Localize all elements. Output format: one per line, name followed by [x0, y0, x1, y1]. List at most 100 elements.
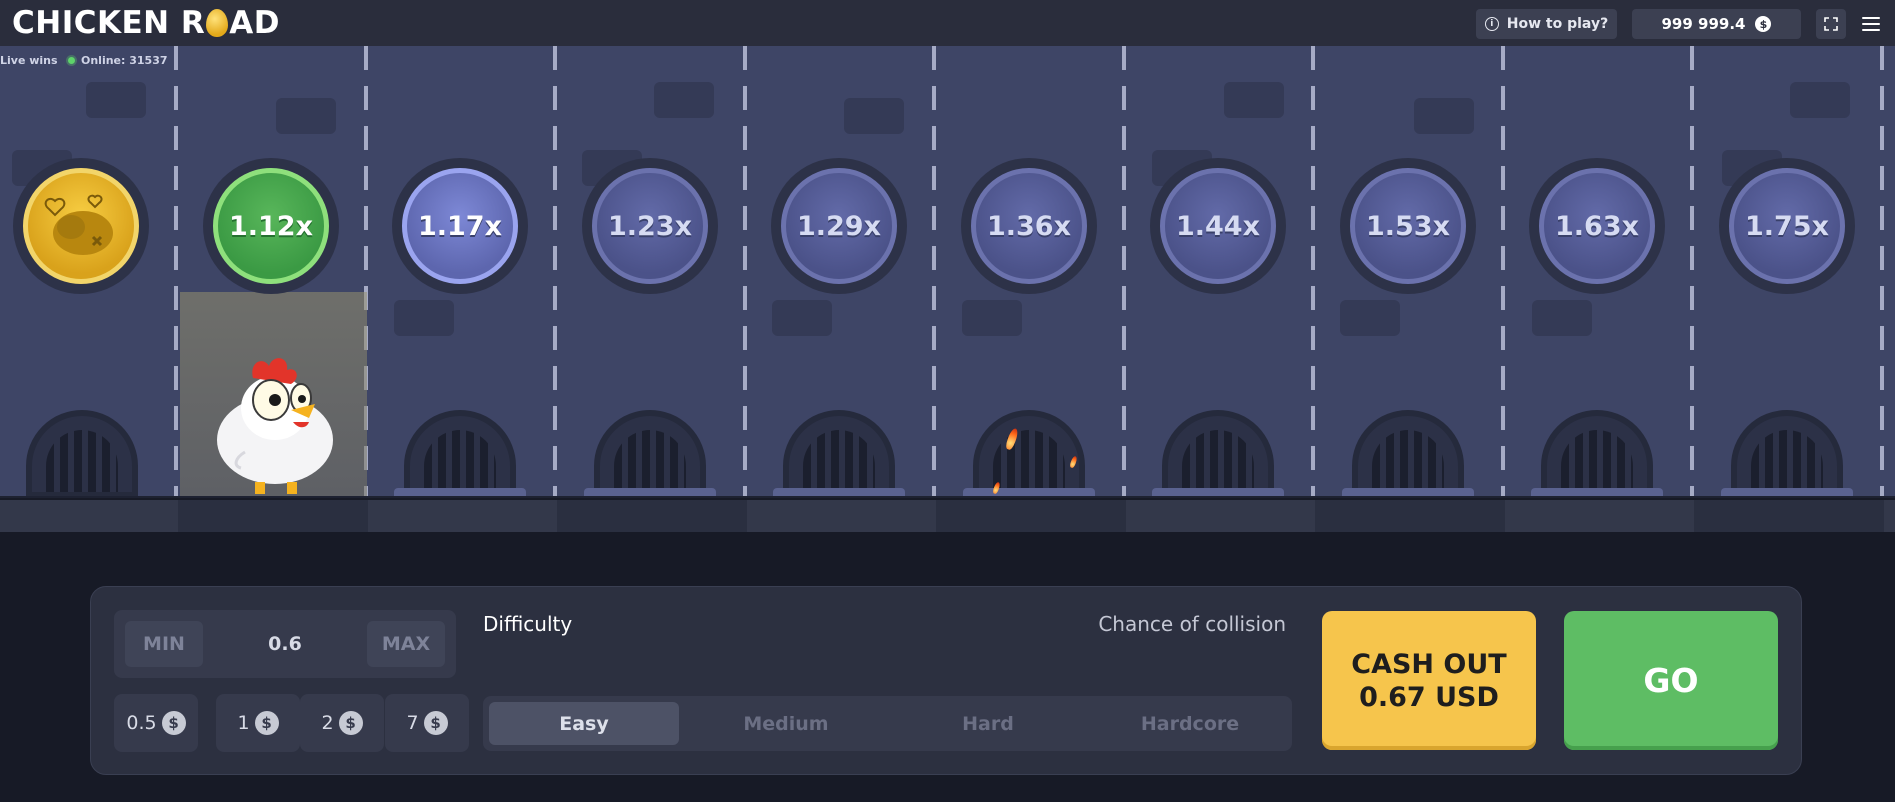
- multiplier-value: 1.12x: [213, 168, 329, 284]
- chance-of-collision-label: Chance of collision: [1098, 612, 1286, 636]
- online-label: Online: 31537: [81, 54, 168, 67]
- manhole-gate: [783, 410, 895, 498]
- balance-display: 999 999.4 $: [1632, 9, 1801, 39]
- game-logo: CHICKEN R AD: [12, 5, 280, 41]
- curb-segment: [936, 500, 1126, 532]
- curb-segment: [557, 500, 747, 532]
- wall-brick: [1340, 300, 1400, 336]
- online-count: Online: 31537: [68, 54, 168, 67]
- online-status-icon: [68, 57, 75, 64]
- manhole-gate: [26, 410, 138, 498]
- wall-brick: [86, 82, 146, 118]
- how-to-play-button[interactable]: i How to play?: [1476, 9, 1617, 39]
- difficulty-hardcore[interactable]: Hardcore: [1095, 702, 1285, 745]
- manhole-gate: [973, 410, 1085, 498]
- lane-divider: [174, 46, 178, 498]
- curb-segment: [178, 500, 368, 532]
- lane-divider: [553, 46, 557, 498]
- cash-out-label: CASH OUT: [1351, 648, 1507, 680]
- manhole-gate: [1731, 410, 1843, 498]
- multiplier-coin-current: 1.12x: [203, 158, 339, 294]
- multiplier-coin: 1.23x: [582, 158, 718, 294]
- quick-bet-button[interactable]: 2 $: [300, 694, 384, 752]
- dollar-coin-icon: $: [1755, 16, 1772, 32]
- dollar-coin-icon: $: [423, 711, 448, 735]
- difficulty-medium[interactable]: Medium: [691, 702, 881, 745]
- how-to-play-label: How to play?: [1506, 16, 1609, 32]
- wall-brick: [962, 300, 1022, 336]
- chicken-character-icon: [217, 358, 333, 494]
- difficulty-hard[interactable]: Hard: [893, 702, 1083, 745]
- gate-bars: [993, 430, 1065, 492]
- fullscreen-icon: [1824, 17, 1838, 31]
- quick-bet-button[interactable]: 0.5 $: [114, 694, 198, 752]
- multiplier-coin: 1.44x: [1150, 158, 1286, 294]
- quick-bet-button[interactable]: 1 $: [216, 694, 300, 752]
- lane-divider: [1501, 46, 1505, 498]
- live-wins-label: Live wins: [0, 54, 58, 67]
- hamburger-menu-icon: [1862, 17, 1880, 19]
- gate-bars: [1182, 430, 1254, 492]
- gate-bars: [1372, 430, 1444, 492]
- balance-value: 999 999.4: [1661, 15, 1746, 33]
- max-bet-button[interactable]: MAX: [367, 621, 445, 667]
- dead-chicken-icon: [44, 194, 113, 255]
- multiplier-coin: 1.53x: [1340, 158, 1476, 294]
- gate-bars: [803, 430, 875, 492]
- multiplier-coin-next[interactable]: 1.17x: [392, 158, 528, 294]
- curb-segment: [1694, 500, 1884, 532]
- multiplier-coin: 1.63x: [1529, 158, 1665, 294]
- menu-button[interactable]: [1858, 12, 1884, 36]
- multiplier-coin: 1.75x: [1719, 158, 1855, 294]
- lane-divider: [743, 46, 747, 498]
- multiplier-value: 1.29x: [781, 168, 897, 284]
- dollar-coin-icon: $: [338, 711, 363, 735]
- cash-out-button[interactable]: CASH OUT 0.67 USD: [1322, 611, 1536, 750]
- fullscreen-button[interactable]: [1816, 9, 1846, 39]
- quick-bet-value: 1: [237, 712, 250, 734]
- multiplier-value: 1.23x: [592, 168, 708, 284]
- lane-divider: [1880, 46, 1884, 498]
- dollar-coin-icon: $: [254, 711, 279, 735]
- go-button[interactable]: GO: [1564, 611, 1778, 750]
- difficulty-easy[interactable]: Easy: [489, 702, 679, 745]
- logo-text-left: CHICKEN R: [12, 5, 206, 41]
- multiplier-value: 1.53x: [1350, 168, 1466, 284]
- logo-text-right: AD: [229, 5, 281, 41]
- wall-brick: [772, 300, 832, 336]
- wall-brick: [654, 82, 714, 118]
- curb-segment: [1315, 500, 1505, 532]
- lane-divider: [1690, 46, 1694, 498]
- manhole-gate: [404, 410, 516, 498]
- start-coin-face: [23, 168, 139, 284]
- manhole-gate: [594, 410, 706, 498]
- wall-brick: [1532, 300, 1592, 336]
- golden-egg-icon: [206, 9, 229, 37]
- bet-amount-box: MIN 0.6 MAX: [114, 610, 456, 678]
- menu-line: [1862, 29, 1880, 31]
- gate-bars: [1561, 430, 1633, 492]
- manhole-gate: [1162, 410, 1274, 498]
- min-bet-button[interactable]: MIN: [125, 621, 203, 667]
- quick-bet-button[interactable]: 7 $: [385, 694, 469, 752]
- multiplier-coin: 1.36x: [961, 158, 1097, 294]
- wall-brick: [1790, 82, 1850, 118]
- gate-bars: [614, 430, 686, 492]
- lane-divider: [932, 46, 936, 498]
- manhole-gate: [1352, 410, 1464, 498]
- bet-amount-input[interactable]: 0.6: [214, 621, 356, 667]
- quick-bet-value: 7: [406, 712, 419, 734]
- multiplier-value: 1.36x: [971, 168, 1087, 284]
- gate-bars: [1751, 430, 1823, 492]
- multiplier-value: 1.63x: [1539, 168, 1655, 284]
- multiplier-value: 1.75x: [1729, 168, 1845, 284]
- multiplier-value: 1.17x: [402, 168, 518, 284]
- difficulty-selector: Easy Medium Hard Hardcore: [483, 696, 1292, 751]
- menu-line: [1862, 23, 1880, 25]
- start-coin: [13, 158, 149, 294]
- gate-bars: [424, 430, 496, 492]
- manhole-gate: [1541, 410, 1653, 498]
- header-bar: CHICKEN R AD i How to play? 999 999.4 $: [0, 0, 1895, 46]
- cash-out-amount: 0.67 USD: [1359, 681, 1499, 713]
- multiplier-coin: 1.29x: [771, 158, 907, 294]
